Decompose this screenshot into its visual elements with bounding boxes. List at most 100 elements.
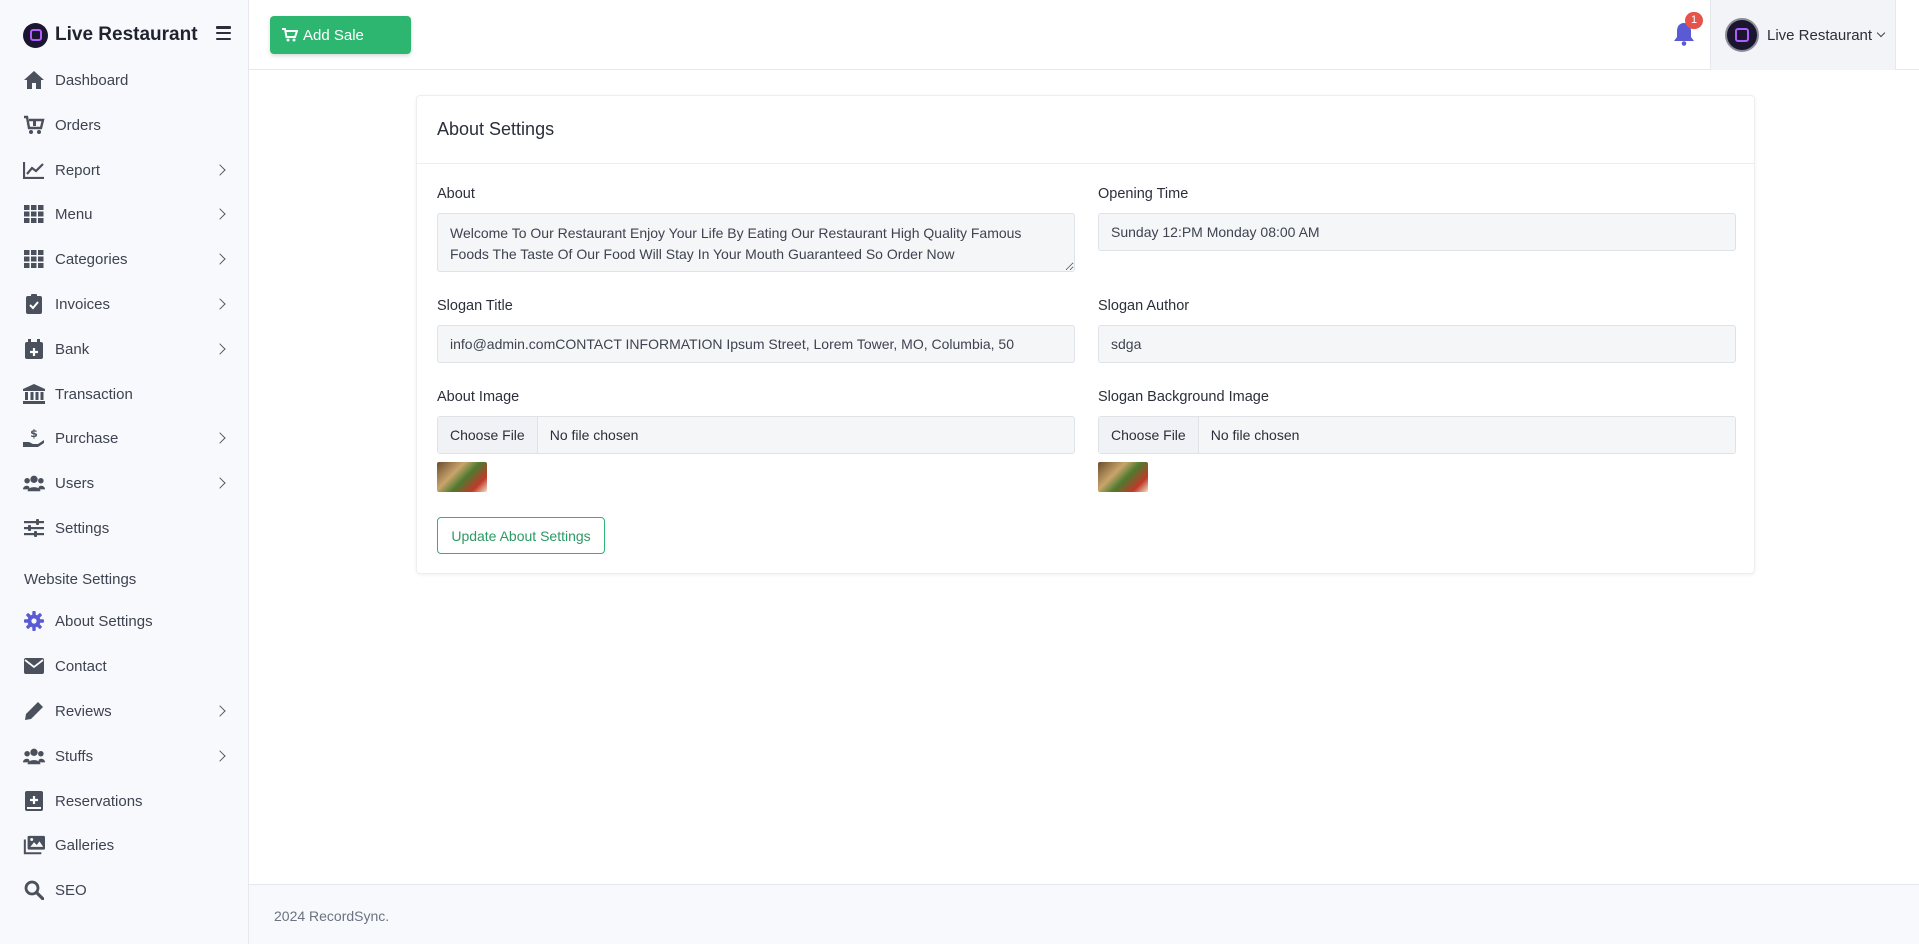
sidebar-item-bank[interactable]: Bank — [0, 331, 249, 367]
chevron-down-icon — [1876, 28, 1886, 38]
slogan-author-input[interactable]: sdga — [1098, 325, 1736, 363]
sidebar-item-label: Invoices — [55, 295, 111, 313]
slogan-bg-image-label: Slogan Background Image — [1098, 389, 1269, 405]
users-icon — [23, 745, 45, 767]
sidebar-item-stuffs[interactable]: Stuffs — [0, 738, 249, 774]
sidebar-item-label: Transaction — [55, 385, 133, 403]
sidebar-item-label: Report — [55, 161, 101, 179]
book-plus-icon — [23, 790, 45, 812]
user-name: Live Restaurant — [1767, 26, 1873, 44]
add-sale-label: Add Sale — [303, 26, 364, 44]
sidebar-item-label: About Settings — [55, 612, 153, 630]
home-icon — [23, 69, 45, 91]
about-image-thumbnail — [437, 462, 487, 492]
clipboard-check-icon — [23, 293, 45, 315]
slogan-title-input[interactable]: info@admin.comCONTACT INFORMATION Ipsum … — [437, 325, 1075, 363]
sidebar-item-label: Reviews — [55, 702, 112, 720]
gear-icon — [23, 610, 45, 632]
sidebar-item-transaction[interactable]: Transaction — [0, 376, 249, 412]
slogan-bg-image-thumbnail — [1098, 462, 1148, 492]
chevron-right-icon — [214, 477, 226, 489]
sidebar-item-settings[interactable]: Settings — [0, 510, 249, 546]
sidebar-item-label: Menu — [55, 205, 93, 223]
cart-icon — [282, 28, 298, 42]
sidebar-item-label: SEO — [55, 881, 87, 899]
sidebar-item-label: Users — [55, 474, 95, 492]
chevron-right-icon — [214, 164, 226, 176]
chevron-right-icon — [214, 208, 226, 220]
sidebar: Live Restaurant Dashboard Orders Report … — [0, 0, 249, 944]
sidebar-item-users[interactable]: Users — [0, 465, 249, 501]
sidebar-item-dashboard[interactable]: Dashboard — [0, 62, 249, 98]
hand-dollar-icon: $ — [23, 427, 45, 449]
pencil-icon — [23, 700, 45, 722]
sidebar-item-galleries[interactable]: Galleries — [0, 827, 249, 863]
chevron-right-icon — [214, 432, 226, 444]
sidebar-item-label: Orders — [55, 116, 101, 134]
about-image-file-input[interactable]: Choose File No file chosen — [437, 416, 1075, 454]
cart-icon — [23, 114, 45, 136]
chart-line-icon — [23, 159, 45, 181]
opening-time-input[interactable]: Sunday 12:PM Monday 08:00 AM — [1098, 213, 1736, 251]
images-icon — [23, 834, 45, 856]
sidebar-item-label: Categories — [55, 250, 128, 268]
avatar — [1725, 18, 1759, 52]
notification-badge: 1 — [1685, 12, 1703, 29]
grid-icon — [23, 203, 45, 225]
slogan-author-label: Slogan Author — [1098, 298, 1190, 314]
menu-toggle-icon[interactable] — [216, 26, 231, 40]
brand-logo-icon — [23, 22, 48, 48]
chevron-right-icon — [214, 705, 226, 717]
sidebar-item-label: Stuffs — [55, 747, 94, 765]
page-title: About Settings — [437, 119, 555, 139]
card-header: About Settings — [417, 96, 1754, 164]
sidebar-item-about-settings[interactable]: About Settings — [0, 603, 249, 639]
sidebar-item-seo[interactable]: SEO — [0, 872, 249, 908]
bank-icon — [23, 383, 45, 405]
brand[interactable]: Live Restaurant — [23, 22, 198, 48]
grid-icon — [23, 248, 45, 270]
update-about-settings-button[interactable]: Update About Settings — [437, 517, 605, 554]
sidebar-item-reservations[interactable]: Reservations — [0, 783, 249, 819]
calendar-plus-icon — [23, 338, 45, 360]
brand-name: Live Restaurant — [55, 24, 198, 45]
sidebar-item-label: Bank — [55, 340, 90, 358]
sidebar-item-reviews[interactable]: Reviews — [0, 693, 249, 729]
sliders-icon — [23, 517, 45, 539]
sidebar-item-label: Settings — [55, 519, 110, 537]
users-icon — [23, 472, 45, 494]
file-status: No file chosen — [549, 427, 639, 443]
slogan-bg-image-file-input[interactable]: Choose File No file chosen — [1098, 416, 1736, 454]
chevron-right-icon — [214, 343, 226, 355]
sidebar-item-label: Contact — [55, 657, 107, 675]
svg-text:$: $ — [30, 428, 38, 440]
add-sale-button[interactable]: Add Sale — [270, 16, 411, 54]
about-textarea[interactable]: Welcome To Our Restaurant Enjoy Your Lif… — [437, 213, 1075, 272]
about-settings-card: About Settings About Welcome To Our Rest… — [416, 95, 1755, 574]
envelope-icon — [23, 655, 45, 677]
sidebar-item-label: Reservations — [55, 792, 143, 810]
sidebar-section-title: Website Settings — [24, 571, 137, 588]
chevron-right-icon — [214, 750, 226, 762]
choose-file-button[interactable]: Choose File — [1099, 417, 1199, 453]
footer-text: 2024 RecordSync. — [274, 908, 390, 924]
user-menu[interactable]: Live Restaurant — [1710, 0, 1896, 70]
sidebar-item-label: Dashboard — [55, 71, 129, 89]
chevron-right-icon — [214, 253, 226, 265]
sidebar-item-label: Purchase — [55, 429, 119, 447]
sidebar-item-purchase[interactable]: $ Purchase — [0, 420, 249, 456]
about-label: About — [437, 186, 475, 202]
sidebar-item-label: Galleries — [55, 836, 115, 854]
sidebar-item-categories[interactable]: Categories — [0, 241, 249, 277]
sidebar-item-contact[interactable]: Contact — [0, 648, 249, 684]
slogan-title-label: Slogan Title — [437, 298, 513, 314]
sidebar-item-invoices[interactable]: Invoices — [0, 286, 249, 322]
sidebar-item-menu[interactable]: Menu — [0, 196, 249, 232]
sidebar-item-orders[interactable]: Orders — [0, 107, 249, 143]
sidebar-item-report[interactable]: Report — [0, 152, 249, 188]
chevron-right-icon — [214, 298, 226, 310]
topbar: Add Sale 1 Live Restaurant — [249, 0, 1919, 70]
file-status: No file chosen — [1210, 427, 1300, 443]
opening-time-label: Opening Time — [1098, 186, 1189, 202]
choose-file-button[interactable]: Choose File — [438, 417, 538, 453]
